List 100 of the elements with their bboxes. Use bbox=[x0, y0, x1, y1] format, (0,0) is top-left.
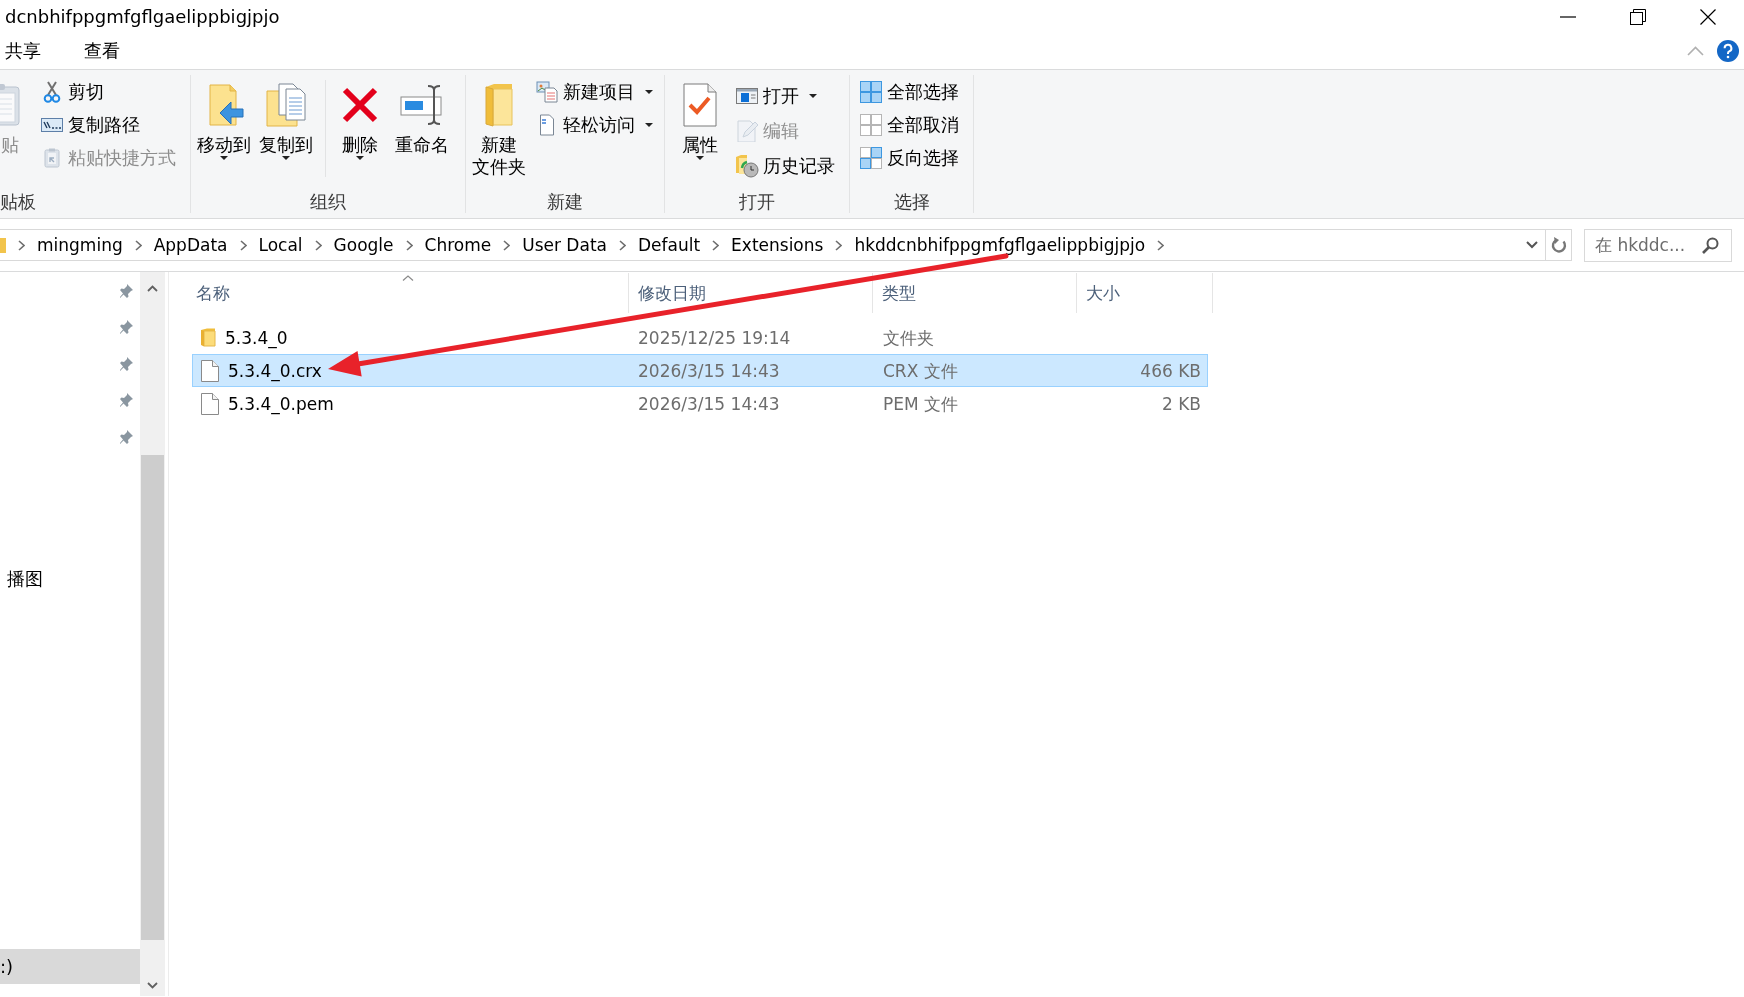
ribbon-button[interactable]: 属性 bbox=[671, 83, 729, 160]
close-icon[interactable] bbox=[1700, 8, 1716, 25]
text-cursor-icon bbox=[400, 85, 444, 125]
ribbon-button[interactable]: 删除 bbox=[331, 83, 389, 160]
group-label: 新建 bbox=[547, 191, 583, 212]
file-size: 466 KB bbox=[1140, 360, 1201, 381]
ribbon-button[interactable]: 移动到 bbox=[195, 83, 253, 160]
chevron-right-icon[interactable] bbox=[618, 239, 626, 251]
caret-icon bbox=[696, 156, 704, 160]
folder-icon bbox=[200, 328, 216, 347]
search-field[interactable]: 在 hkddc... bbox=[1584, 228, 1732, 262]
modified-date: 2026/3/15 14:43 bbox=[638, 393, 780, 414]
chevron-right-icon[interactable] bbox=[835, 239, 843, 251]
file-name: 5.3.4_0.pem bbox=[228, 392, 334, 415]
nav-item[interactable]: :) bbox=[0, 949, 140, 984]
scrollbar-thumb[interactable] bbox=[141, 455, 164, 940]
file-icon bbox=[200, 359, 219, 382]
nav-item[interactable]: 播图 bbox=[7, 567, 43, 590]
ribbon-button[interactable]: 打开 bbox=[736, 78, 835, 113]
caret-icon bbox=[645, 122, 653, 127]
breadcrumb-item[interactable]: Chrome bbox=[424, 234, 492, 256]
breadcrumb-item[interactable]: Default bbox=[637, 234, 701, 256]
breadcrumb-item[interactable]: Extensions bbox=[731, 234, 824, 256]
ribbon-button[interactable]: 全部选择 bbox=[860, 75, 959, 108]
chevron-right-icon[interactable] bbox=[405, 239, 413, 251]
chevron-right-icon[interactable] bbox=[314, 239, 322, 251]
column-header[interactable]: 名称 bbox=[187, 273, 629, 313]
ribbon-button[interactable]: 剪切 bbox=[41, 75, 176, 108]
file-name: 5.3.4_0.crx bbox=[228, 359, 322, 382]
scissors-icon bbox=[43, 80, 61, 103]
column-header[interactable]: 类型 bbox=[873, 273, 1077, 313]
ribbon-button[interactable]: 复制到 bbox=[257, 83, 315, 160]
ribbon-tab[interactable]: 共享 bbox=[3, 38, 43, 64]
refresh-icon[interactable] bbox=[1551, 236, 1567, 254]
file-type: PEM 文件 bbox=[883, 393, 959, 414]
caret-icon bbox=[645, 89, 653, 94]
documents-icon bbox=[536, 80, 558, 103]
delete-icon bbox=[342, 87, 378, 123]
caret-icon bbox=[356, 156, 364, 160]
column-header[interactable]: 修改日期 bbox=[629, 273, 873, 313]
clipboard-icon bbox=[0, 83, 20, 127]
caret-icon bbox=[282, 156, 290, 160]
checked-document-icon bbox=[683, 83, 717, 127]
pin-icon[interactable] bbox=[119, 355, 134, 371]
chevron-right-icon[interactable] bbox=[18, 239, 25, 251]
chevron-down-icon[interactable] bbox=[147, 982, 158, 989]
chevron-right-icon[interactable] bbox=[134, 239, 142, 251]
chevron-right-icon[interactable] bbox=[503, 239, 511, 251]
ribbon-button[interactable]: 新建 文件夹 bbox=[470, 83, 528, 178]
file-row[interactable]: 5.3.4_0 2025/12/25 19:14 文件夹 bbox=[192, 321, 1208, 354]
ribbon-button[interactable]: 反向选择 bbox=[860, 141, 959, 174]
breadcrumb-item[interactable]: hkddcnbhifppgmfgflgaelippbigjpjo bbox=[854, 234, 1146, 256]
folder-icon bbox=[484, 83, 514, 127]
window-icon bbox=[736, 87, 758, 104]
pin-icon[interactable] bbox=[119, 282, 134, 298]
chevron-up-icon[interactable] bbox=[147, 285, 158, 292]
restore-icon[interactable] bbox=[1630, 8, 1646, 25]
address-bar[interactable]: mingming AppData Local Google Chrome User Data Default Extensions hkddcnbhifppgmfgflgaelippbigjpjo bbox=[0, 229, 1572, 261]
file-type: CRX 文件 bbox=[883, 360, 958, 381]
ribbon-button[interactable]: 轻松访问 bbox=[536, 108, 653, 141]
clipboard-shortcut-icon bbox=[44, 147, 60, 168]
file-row[interactable]: 5.3.4_0.crx 2026/3/15 14:43 CRX 文件 466 KB bbox=[192, 354, 1208, 387]
search-icon[interactable] bbox=[1702, 236, 1719, 254]
ribbon-tab[interactable]: 查看 bbox=[82, 38, 122, 64]
chevron-down-icon[interactable] bbox=[1526, 241, 1538, 249]
minimize-icon[interactable] bbox=[1560, 15, 1576, 18]
ribbon-button[interactable]: 全部取消 bbox=[860, 108, 959, 141]
folder-documents-icon bbox=[266, 83, 306, 127]
grid-partial-icon bbox=[860, 146, 882, 169]
breadcrumb-item[interactable]: User Data bbox=[522, 234, 607, 256]
group-label: 贴板 bbox=[0, 191, 36, 212]
chevron-right-icon[interactable] bbox=[712, 239, 720, 251]
file-type: 文件夹 bbox=[883, 327, 934, 348]
scrollbar[interactable] bbox=[140, 272, 165, 996]
group-label: 组织 bbox=[310, 191, 346, 212]
group-label: 选择 bbox=[893, 191, 930, 212]
file-row[interactable]: 5.3.4_0.pem 2026/3/15 14:43 PEM 文件 2 KB bbox=[192, 387, 1208, 420]
ribbon-button[interactable]: 重命名 bbox=[393, 83, 451, 156]
file-name: 5.3.4_0 bbox=[225, 326, 288, 349]
caret-icon bbox=[220, 156, 228, 160]
pin-icon[interactable] bbox=[119, 392, 134, 408]
breadcrumb-item[interactable]: AppData bbox=[153, 234, 228, 256]
modified-date: 2025/12/25 19:14 bbox=[638, 327, 791, 348]
pin-icon[interactable] bbox=[119, 428, 134, 444]
breadcrumb-item[interactable]: Local bbox=[258, 234, 303, 256]
breadcrumb-item[interactable]: Google bbox=[333, 234, 394, 256]
file-icon bbox=[200, 392, 219, 415]
folder-icon bbox=[0, 237, 6, 253]
column-header[interactable]: 大小 bbox=[1077, 273, 1213, 313]
grid-filled-icon bbox=[860, 80, 882, 103]
group-label: 打开 bbox=[739, 191, 775, 212]
chevron-right-icon[interactable] bbox=[1157, 239, 1165, 251]
chevron-right-icon[interactable] bbox=[239, 239, 247, 251]
folder-clock-icon bbox=[735, 153, 759, 178]
ribbon-button[interactable]: 历史记录 bbox=[736, 148, 835, 183]
help-icon[interactable] bbox=[1717, 40, 1739, 62]
ribbon-button[interactable]: 新建项目 bbox=[536, 75, 653, 108]
ribbon-button[interactable]: 复制路径 bbox=[41, 108, 176, 141]
pin-icon[interactable] bbox=[119, 319, 134, 335]
breadcrumb-item[interactable]: mingming bbox=[37, 234, 123, 256]
